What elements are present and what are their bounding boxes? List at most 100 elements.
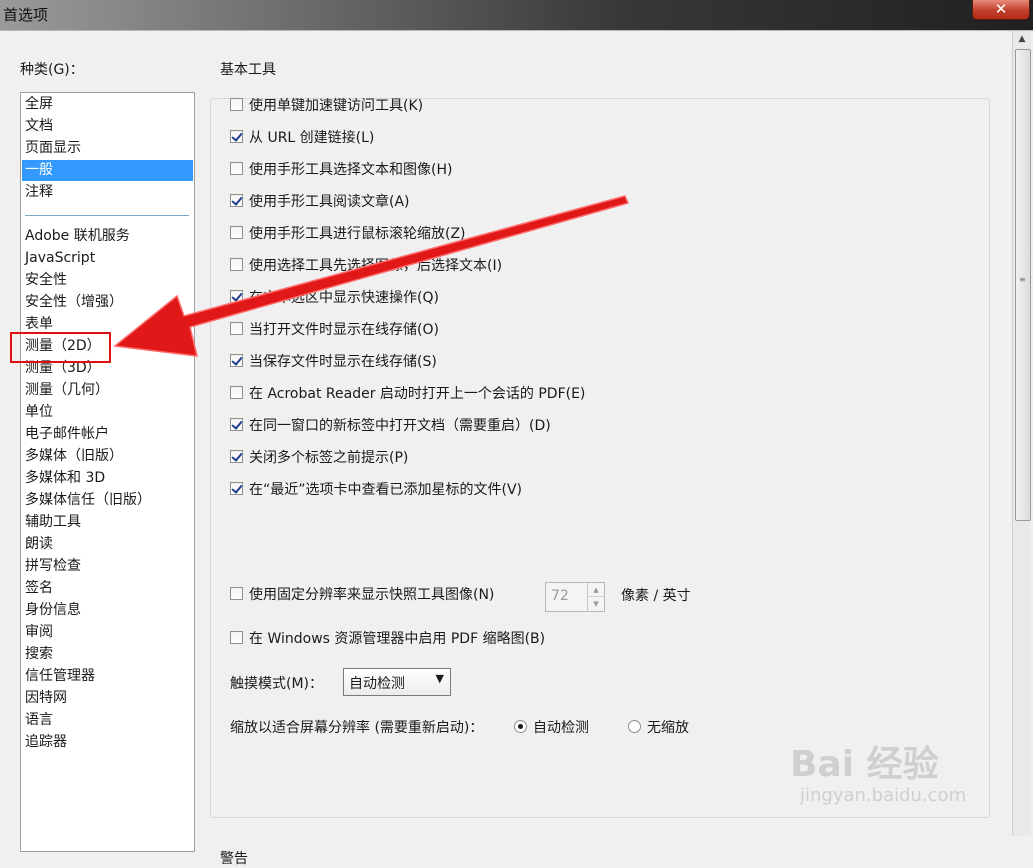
stepper-down-icon[interactable]: ▼: [588, 597, 604, 611]
category-item[interactable]: 注释: [22, 182, 193, 203]
category-item[interactable]: 信任管理器: [22, 666, 193, 687]
category-separator: [25, 215, 189, 216]
category-item[interactable]: 多媒体（旧版）: [22, 446, 193, 467]
option-row[interactable]: 使用手形工具进行鼠标滚轮缩放(Z): [230, 223, 466, 245]
option-label: 使用手形工具阅读文章(A): [249, 194, 410, 210]
option-row[interactable]: 当保存文件时显示在线存储(S): [230, 351, 437, 373]
category-item[interactable]: 单位: [22, 402, 193, 423]
checkbox[interactable]: [230, 385, 243, 399]
stepper-up-icon[interactable]: ▲: [588, 583, 604, 597]
option-label: 在“最近”选项卡中查看已添加星标的文件(V): [249, 482, 523, 498]
option-label: 从 URL 创建链接(L): [249, 130, 375, 146]
option-label: 关闭多个标签之前提示(P): [249, 450, 409, 466]
option-label: 在文本选区中显示快速操作(Q): [249, 290, 439, 306]
category-item[interactable]: 安全性（增强）: [22, 292, 193, 313]
category-item[interactable]: 文档: [22, 116, 193, 137]
category-item[interactable]: 审阅: [22, 622, 193, 643]
option-row[interactable]: 在文本选区中显示快速操作(Q): [230, 287, 439, 309]
snapshot-option-row[interactable]: 使用固定分辨率来显示快照工具图像(N): [230, 584, 494, 606]
category-item[interactable]: 测量（几何）: [22, 380, 193, 401]
category-item[interactable]: 搜索: [22, 644, 193, 665]
checkbox[interactable]: [230, 630, 243, 644]
option-label: 当保存文件时显示在线存储(S): [249, 354, 437, 370]
option-row[interactable]: 使用手形工具阅读文章(A): [230, 191, 410, 213]
thumbnail-option-row[interactable]: 在 Windows 资源管理器中启用 PDF 缩略图(B): [230, 628, 545, 650]
scroll-thumb[interactable]: ≡: [1015, 49, 1031, 521]
checkbox[interactable]: [230, 129, 243, 143]
category-item[interactable]: 朗读: [22, 534, 193, 555]
option-row[interactable]: 关闭多个标签之前提示(P): [230, 447, 408, 469]
checkbox[interactable]: [230, 289, 243, 303]
category-item[interactable]: 身份信息: [22, 600, 193, 621]
zoom-auto-radio[interactable]: 自动检测: [514, 717, 589, 737]
category-item[interactable]: 语言: [22, 710, 193, 731]
categories-label: 种类(G)：: [20, 62, 84, 78]
annotation-highlight-box: [10, 332, 111, 363]
grip-icon: ≡: [1019, 275, 1026, 284]
category-item[interactable]: 页面显示: [22, 138, 193, 159]
checkbox[interactable]: [230, 417, 243, 431]
chevron-down-icon: ▼: [435, 672, 444, 685]
category-item[interactable]: 拼写检查: [22, 556, 193, 577]
checkbox[interactable]: [230, 257, 243, 271]
option-label: 使用手形工具进行鼠标滚轮缩放(Z): [249, 226, 466, 242]
checkbox[interactable]: [230, 161, 243, 175]
option-label: 使用选择工具先选择图像，后选择文本(I): [249, 258, 503, 274]
checkbox[interactable]: [230, 225, 243, 239]
touch-mode-value: 自动检测: [349, 676, 405, 692]
resolution-stepper[interactable]: 72 ▲ ▼: [545, 582, 605, 612]
category-item[interactable]: 电子邮件帐户: [22, 424, 193, 445]
option-label: 当打开文件时显示在线存储(O): [249, 322, 439, 338]
watermark-url: jingyan.baidu.com: [800, 785, 967, 806]
radio-button[interactable]: [514, 719, 527, 733]
radio-button[interactable]: [628, 719, 641, 733]
category-item-selected[interactable]: 一般: [22, 160, 193, 181]
close-button[interactable]: ✕: [972, 0, 1030, 20]
category-item[interactable]: JavaScript: [22, 248, 193, 269]
category-item[interactable]: 全屏: [22, 94, 193, 115]
categories-list[interactable]: 全屏 文档 页面显示 一般 注释 Adobe 联机服务 JavaScript 安…: [20, 92, 195, 852]
touch-mode-label: 触摸模式(M)：: [230, 676, 324, 692]
radio-label: 无缩放: [647, 720, 689, 736]
general-settings-panel: 基本工具 使用单键加速键访问工具(K) 从 URL 创建链接(L) 使用手形工具…: [210, 59, 1010, 868]
option-row[interactable]: 使用手形工具选择文本和图像(H): [230, 159, 452, 181]
touch-mode-select[interactable]: 自动检测 ▼: [343, 668, 451, 696]
stepper-buttons: ▲ ▼: [587, 583, 604, 611]
zoom-fit-label: 缩放以适合屏幕分辨率 (需要重新启动)：: [230, 720, 484, 736]
scroll-up-icon[interactable]: ▲: [1013, 31, 1031, 48]
category-item[interactable]: 辅助工具: [22, 512, 193, 533]
option-row[interactable]: 在“最近”选项卡中查看已添加星标的文件(V): [230, 479, 522, 501]
checkbox[interactable]: [230, 193, 243, 207]
baidu-watermark: Bai 经验 jingyan.baidu.com: [790, 725, 990, 820]
checkbox[interactable]: [230, 449, 243, 463]
watermark-logo-text: Bai 经验: [790, 744, 939, 785]
category-item[interactable]: 追踪器: [22, 732, 193, 753]
checkbox[interactable]: [230, 321, 243, 335]
checkbox[interactable]: [230, 586, 243, 600]
option-row[interactable]: 从 URL 创建链接(L): [230, 127, 374, 149]
option-row[interactable]: 当打开文件时显示在线存储(O): [230, 319, 439, 341]
category-item[interactable]: 签名: [22, 578, 193, 599]
option-label: 使用手形工具选择文本和图像(H): [249, 162, 453, 178]
category-item[interactable]: 多媒体信任（旧版）: [22, 490, 193, 511]
category-item[interactable]: 多媒体和 3D: [22, 468, 193, 489]
preferences-body: 种类(G)： 全屏 文档 页面显示 一般 注释 Adobe 联机服务 JavaS…: [0, 30, 1033, 868]
resolution-value: 72: [551, 588, 569, 604]
option-row[interactable]: 在同一窗口的新标签中打开文档（需要重启）(D): [230, 415, 551, 437]
checkbox[interactable]: [230, 97, 243, 111]
vertical-scrollbar[interactable]: ▲ ≡: [1012, 31, 1031, 836]
option-label: 在 Acrobat Reader 启动时打开上一个会话的 PDF(E): [249, 386, 586, 402]
zoom-none-radio[interactable]: 无缩放: [628, 717, 689, 737]
checkbox[interactable]: [230, 353, 243, 367]
option-row[interactable]: 在 Acrobat Reader 启动时打开上一个会话的 PDF(E): [230, 383, 585, 405]
category-item[interactable]: Adobe 联机服务: [22, 226, 193, 247]
option-row[interactable]: 使用单键加速键访问工具(K): [230, 95, 423, 117]
option-row[interactable]: 使用选择工具先选择图像，后选择文本(I): [230, 255, 502, 277]
warnings-title: 警告: [218, 848, 250, 868]
checkbox[interactable]: [230, 481, 243, 495]
category-item[interactable]: 因特网: [22, 688, 193, 709]
option-label: 使用固定分辨率来显示快照工具图像(N): [249, 587, 495, 603]
category-item[interactable]: 安全性: [22, 270, 193, 291]
window-titlebar: 首选项 ✕: [0, 0, 1033, 30]
option-label: 在同一窗口的新标签中打开文档（需要重启）(D): [249, 418, 551, 434]
